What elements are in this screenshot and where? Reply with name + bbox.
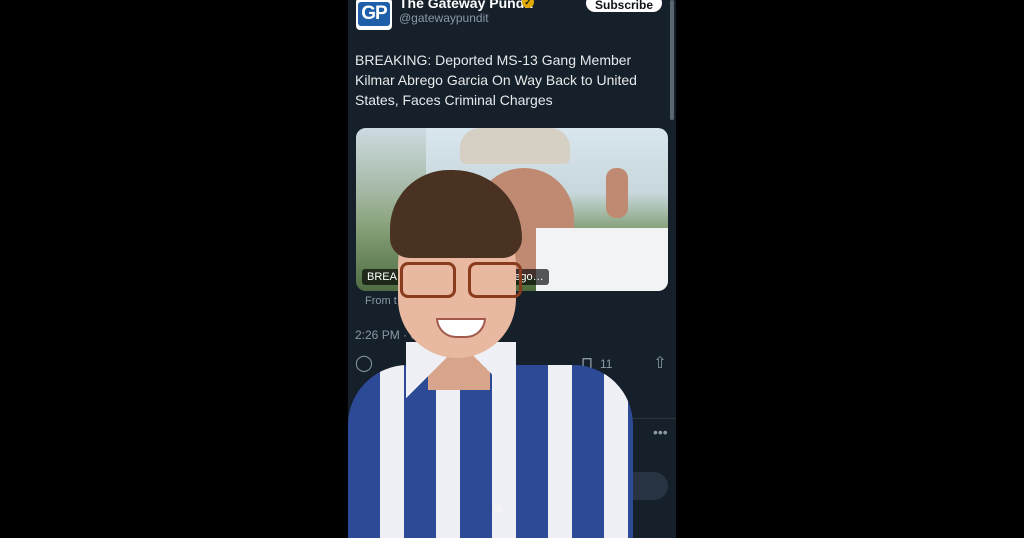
presenter-glasses-left — [400, 262, 456, 298]
more-icon[interactable]: ••• — [653, 424, 668, 440]
share-icon[interactable]: ⇧ — [650, 354, 670, 374]
scrollbar[interactable] — [670, 0, 674, 120]
presenter-hair — [390, 170, 522, 258]
avatar[interactable]: GP — [356, 0, 392, 30]
avatar-logo: GP — [358, 2, 390, 26]
card-image-cap — [460, 128, 570, 164]
presenter-shirt-button — [494, 505, 502, 513]
presenter-overlay — [348, 160, 648, 538]
tweet-text: BREAKING: Deported MS-13 Gang Member Kil… — [355, 52, 637, 108]
subscribe-button[interactable]: Subscribe — [586, 0, 662, 12]
author-name[interactable]: The Gateway Pundit — [399, 0, 533, 11]
author-handle[interactable]: @gatewaypundit — [399, 11, 489, 25]
presenter-glasses-right — [468, 262, 522, 298]
